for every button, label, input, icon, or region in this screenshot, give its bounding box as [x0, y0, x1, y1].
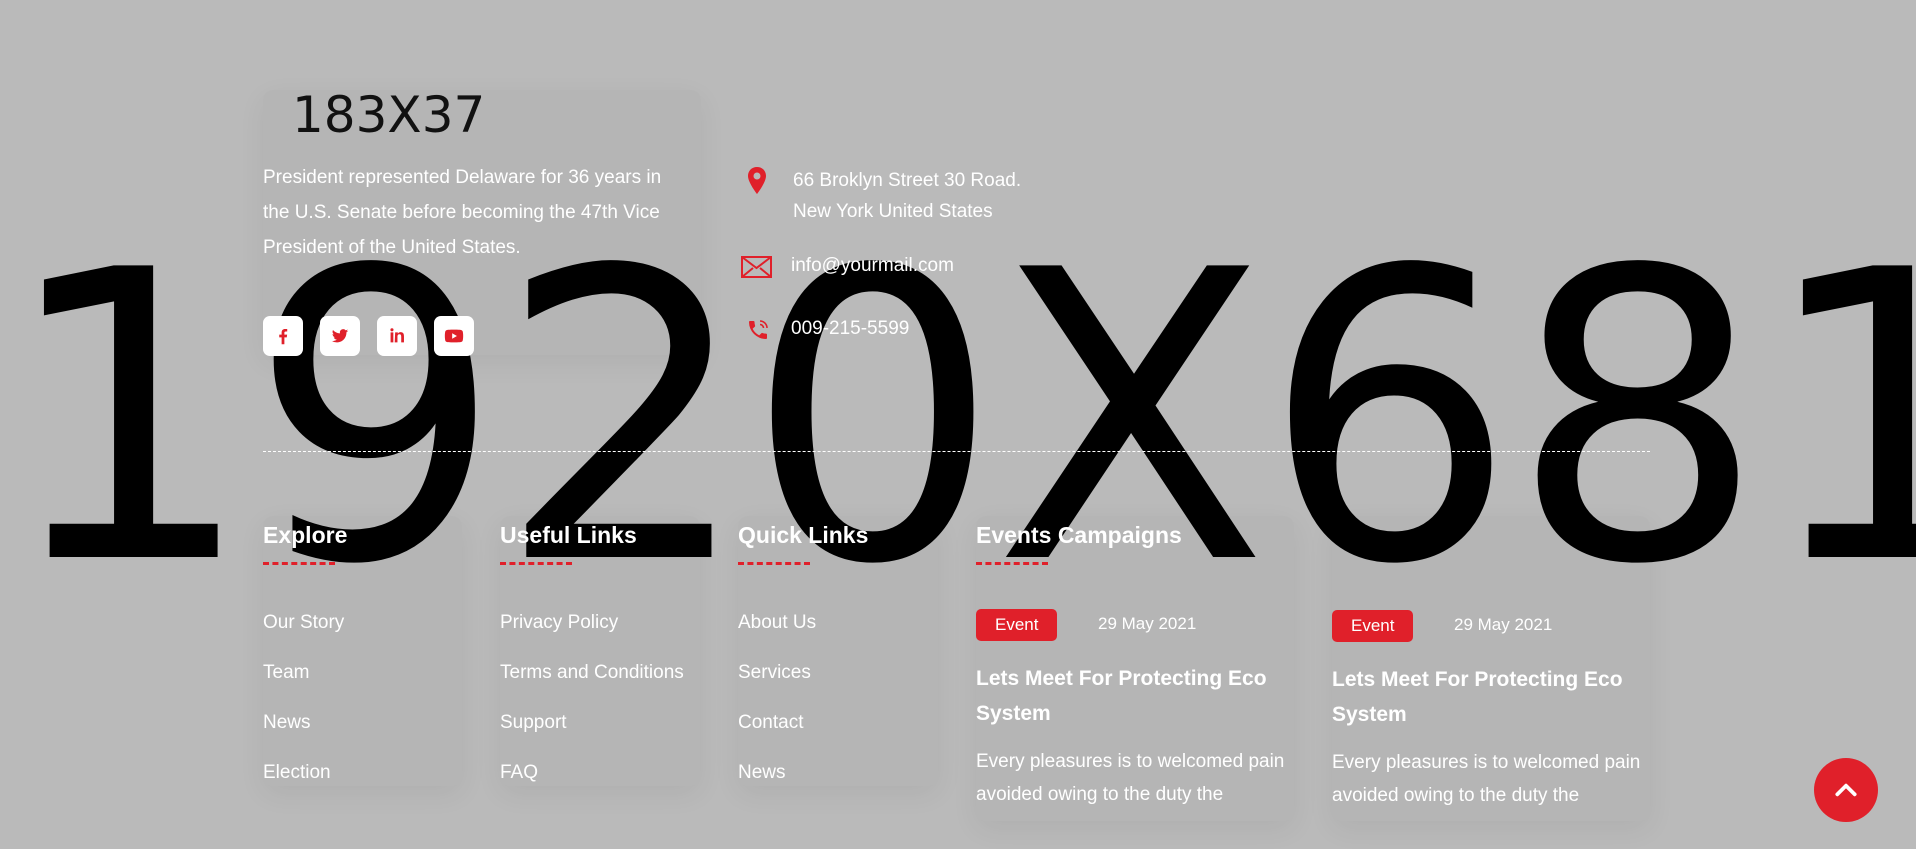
- twitter-icon: [331, 329, 349, 343]
- explore-links: Our Story Team News Election: [263, 598, 344, 798]
- envelope-icon: [741, 256, 772, 283]
- link-services[interactable]: Services: [738, 648, 816, 698]
- quick-links-heading: Quick Links: [738, 522, 869, 548]
- location-pin-icon: [745, 166, 769, 201]
- event-date: 29 May 2021: [1098, 614, 1197, 633]
- youtube-button[interactable]: [434, 316, 474, 356]
- useful-links: Privacy Policy Terms and Conditions Supp…: [500, 598, 684, 798]
- linkedin-button[interactable]: [377, 316, 417, 356]
- useful-links-heading-underline: [500, 562, 572, 565]
- event-date: 29 May 2021: [1454, 615, 1553, 634]
- explore-heading: Explore: [263, 522, 348, 548]
- quick-links-heading-underline: [738, 562, 810, 565]
- facebook-button[interactable]: [263, 316, 303, 356]
- phone-icon: [746, 318, 770, 347]
- address-line-2: New York United States: [793, 201, 993, 222]
- link-news-quick[interactable]: News: [738, 748, 816, 798]
- event-description: Every pleasures is to welcomed pain avoi…: [976, 751, 1285, 805]
- link-contact[interactable]: Contact: [738, 698, 816, 748]
- phone-number[interactable]: 009-215-5599: [791, 313, 909, 344]
- link-faq[interactable]: FAQ: [500, 748, 684, 798]
- event-title[interactable]: Lets Meet For Protecting Eco System: [976, 661, 1286, 731]
- link-about-us[interactable]: About Us: [738, 598, 816, 648]
- event-item-1: Event 29 May 2021 Lets Meet For Protecti…: [976, 609, 1286, 811]
- link-team[interactable]: Team: [263, 648, 344, 698]
- link-privacy-policy[interactable]: Privacy Policy: [500, 598, 684, 648]
- address: 66 Broklyn Street 30 Road. New York Unit…: [793, 165, 1021, 227]
- event-badge[interactable]: Event: [1332, 610, 1414, 642]
- link-terms-and-conditions[interactable]: Terms and Conditions: [500, 648, 684, 698]
- link-news[interactable]: News: [263, 698, 344, 748]
- event-badge[interactable]: Event: [976, 609, 1058, 641]
- email-link[interactable]: info@yourmail.com: [791, 250, 954, 281]
- link-election[interactable]: Election: [263, 748, 344, 798]
- events-heading-underline: [976, 562, 1048, 565]
- facebook-icon: [279, 328, 288, 345]
- youtube-icon: [444, 329, 464, 343]
- event-item-2: Event 29 May 2021 Lets Meet For Protecti…: [1332, 610, 1642, 812]
- social-links: [263, 316, 474, 356]
- about-description: President represented Delaware for 36 ye…: [263, 167, 662, 258]
- quick-links: About Us Services Contact News: [738, 598, 816, 798]
- useful-links-heading: Useful Links: [500, 522, 637, 548]
- address-line-1: 66 Broklyn Street 30 Road.: [793, 170, 1022, 191]
- scroll-to-top-button[interactable]: [1814, 758, 1878, 822]
- footer-divider: [263, 451, 1650, 452]
- link-our-story[interactable]: Our Story: [263, 598, 344, 648]
- link-support[interactable]: Support: [500, 698, 684, 748]
- events-campaigns-heading: Events Campaigns: [976, 522, 1182, 548]
- chevron-up-icon: [1835, 783, 1857, 797]
- explore-heading-underline: [263, 562, 335, 565]
- event-description: Every pleasures is to welcomed pain avoi…: [1332, 752, 1641, 806]
- event-title[interactable]: Lets Meet For Protecting Eco System: [1332, 662, 1642, 732]
- twitter-button[interactable]: [320, 316, 360, 356]
- logo[interactable]: 183X37: [292, 86, 485, 144]
- linkedin-icon: [390, 328, 404, 343]
